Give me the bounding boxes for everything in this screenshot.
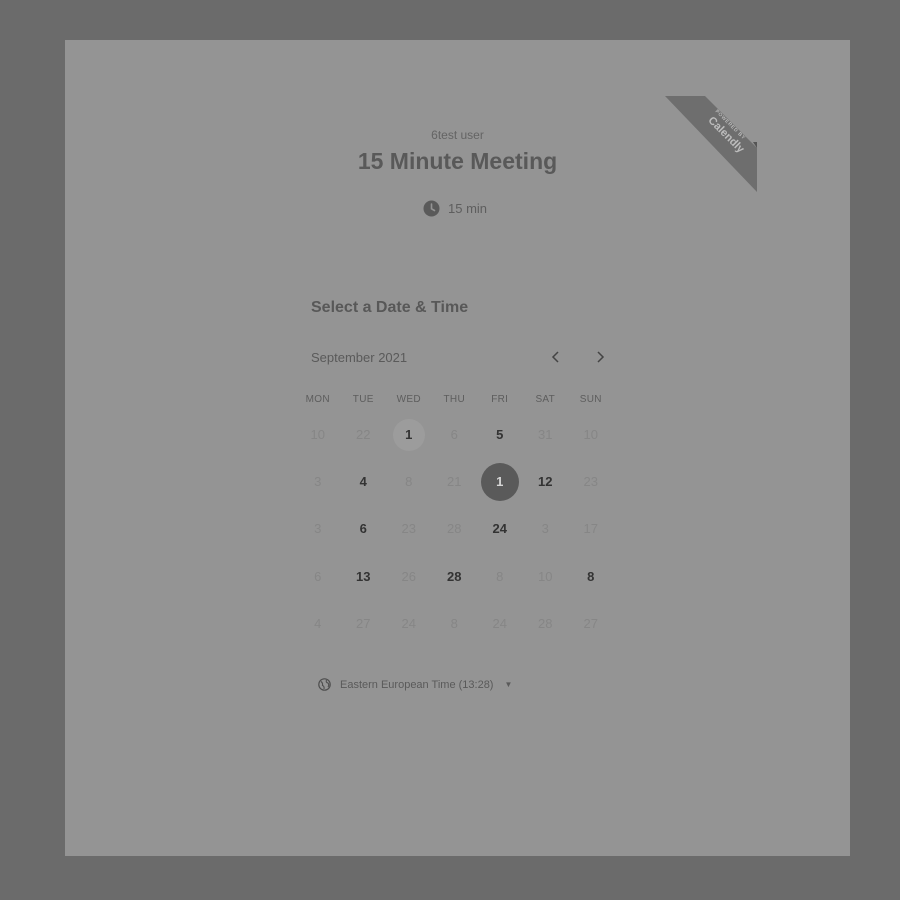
calendar-day: 24 <box>477 600 523 647</box>
calendar-day: 17 <box>568 505 614 552</box>
day-number: 3 <box>314 521 322 537</box>
day-number: 3 <box>541 521 549 537</box>
next-month-button[interactable] <box>589 346 611 368</box>
calendar-day: 6 <box>295 553 341 600</box>
calendar-day-available[interactable]: 6 <box>341 505 387 552</box>
day-number: 28 <box>538 615 553 631</box>
day-number: 27 <box>583 615 598 631</box>
booking-card: powered by Calendly 6test user 15 Minute… <box>65 40 850 856</box>
day-number: 13 <box>356 568 371 584</box>
day-number: 31 <box>538 427 553 443</box>
globe-icon <box>318 678 331 691</box>
calendar-day: 21 <box>432 458 478 505</box>
weekday-label: FRI <box>491 394 509 405</box>
host-name: 6test user <box>431 128 484 142</box>
weekday-label: THU <box>443 394 465 405</box>
calendar-day-available[interactable]: 28 <box>432 553 478 600</box>
calendar-day: 6 <box>432 411 478 458</box>
calendar-day: 4 <box>295 600 341 647</box>
calendar-day: 31 <box>523 411 569 458</box>
event-duration: 15 min <box>423 198 487 218</box>
calendar-day: 3 <box>523 505 569 552</box>
month-label: September 2021 <box>311 350 408 365</box>
calendar-day: 28 <box>523 600 569 647</box>
day-number: 8 <box>450 615 458 631</box>
day-number: 8 <box>587 568 595 584</box>
calendar-day-today[interactable]: 1 <box>386 411 432 458</box>
day-number: 1 <box>496 474 504 490</box>
day-number: 1 <box>405 427 413 443</box>
weekday-label: WED <box>396 394 421 405</box>
weekday-label: SUN <box>579 394 602 405</box>
calendar-day-available[interactable]: 24 <box>477 505 523 552</box>
chevron-right-icon <box>597 351 605 363</box>
day-number: 28 <box>447 521 462 537</box>
weekday-label: TUE <box>352 394 374 405</box>
day-number: 5 <box>496 427 504 443</box>
caret-down-icon: ▼ <box>504 680 513 689</box>
day-number: 28 <box>447 568 462 584</box>
calendar-day-available[interactable]: 13 <box>341 553 387 600</box>
day-number: 21 <box>447 474 462 490</box>
day-number: 26 <box>401 568 416 584</box>
day-number: 27 <box>356 615 371 631</box>
day-number: 23 <box>583 474 598 490</box>
calendar-day: 3 <box>295 505 341 552</box>
day-number: 24 <box>401 615 416 631</box>
calendar-day: 10 <box>568 411 614 458</box>
event-title: 15 Minute Meeting <box>357 148 558 174</box>
calendar-day: 24 <box>386 600 432 647</box>
day-number: 10 <box>538 568 553 584</box>
calendar-day: 8 <box>432 600 478 647</box>
day-number: 6 <box>450 427 458 443</box>
calendar-day: 27 <box>568 600 614 647</box>
calendar-day: 23 <box>386 505 432 552</box>
weekday-header: MON TUE WED THU FRI SAT SUN <box>295 394 615 405</box>
powered-by-calendly-ribbon[interactable]: powered by Calendly <box>665 96 757 192</box>
previous-month-button[interactable] <box>545 346 567 368</box>
day-number: 24 <box>492 615 507 631</box>
clock-icon <box>423 200 440 216</box>
timezone-label: Eastern European Time (13:28) <box>340 678 494 691</box>
duration-label: 15 min <box>448 200 488 216</box>
calendar-grid: 10 22 1 6 5 31 10 3 4 8 21 1 12 23 3 6 23 28 24 3 17 6 13 26 28 8… <box>295 411 615 647</box>
calendar-day: 10 <box>523 553 569 600</box>
day-number: 3 <box>314 474 322 490</box>
weekday-label: MON <box>305 394 330 405</box>
section-title: Select a Date & Time <box>311 299 469 316</box>
calendar-day: 28 <box>432 505 478 552</box>
day-number: 17 <box>583 521 598 537</box>
calendar-day: 26 <box>386 553 432 600</box>
calendar-day: 10 <box>295 411 341 458</box>
calendar-day: 23 <box>568 458 614 505</box>
day-number: 10 <box>310 427 325 443</box>
calendar-day: 22 <box>341 411 387 458</box>
calendar-day-available[interactable]: 4 <box>341 458 387 505</box>
calendar-day: 8 <box>386 458 432 505</box>
day-number: 4 <box>359 474 367 490</box>
day-number: 6 <box>314 568 322 584</box>
calendar-day-available[interactable]: 12 <box>523 458 569 505</box>
day-number: 12 <box>538 474 553 490</box>
calendar-day-available[interactable]: 5 <box>477 411 523 458</box>
calendar-day-selected[interactable]: 1 <box>477 458 523 505</box>
calendar-day-available[interactable]: 8 <box>568 553 614 600</box>
day-number: 24 <box>492 521 507 537</box>
day-number: 8 <box>405 474 413 490</box>
day-number: 4 <box>314 615 322 631</box>
calendar-day: 3 <box>295 458 341 505</box>
calendar-day: 27 <box>341 600 387 647</box>
day-number: 6 <box>359 521 367 537</box>
timezone-selector[interactable]: Eastern European Time (13:28) ▼ <box>318 678 512 691</box>
calendar-day: 8 <box>477 553 523 600</box>
day-number: 8 <box>496 568 504 584</box>
day-number: 22 <box>356 427 371 443</box>
chevron-left-icon <box>551 351 559 363</box>
weekday-label: SAT <box>535 394 556 405</box>
day-number: 23 <box>401 521 416 537</box>
day-number: 10 <box>583 427 598 443</box>
